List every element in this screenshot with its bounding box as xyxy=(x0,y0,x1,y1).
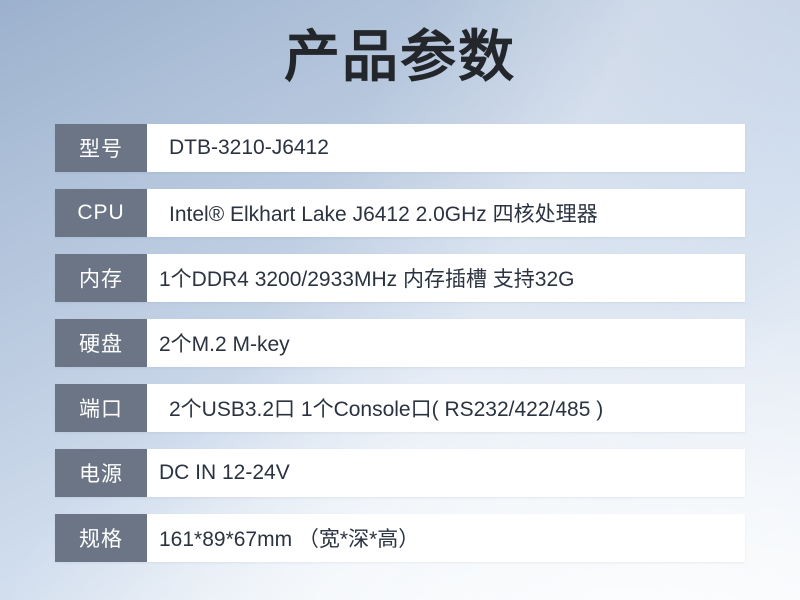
spec-label-storage: 硬盘 xyxy=(55,319,147,367)
spec-label-cpu: CPU xyxy=(55,189,147,237)
table-row: 规格 161*89*67mm （宽*深*高） xyxy=(55,514,745,562)
spec-value-memory: 1个DDR4 3200/2933MHz 内存插槽 支持32G xyxy=(147,254,745,302)
spec-value-power: DC IN 12-24V xyxy=(147,449,745,497)
spec-value-cpu: Intel® Elkhart Lake J6412 2.0GHz 四核处理器 xyxy=(147,189,745,237)
spec-label-memory: 内存 xyxy=(55,254,147,302)
spec-label-dimensions: 规格 xyxy=(55,514,147,562)
spec-label-power: 电源 xyxy=(55,449,147,497)
table-row: 硬盘 2个M.2 M-key xyxy=(55,319,745,367)
spec-value-model: DTB-3210-J6412 xyxy=(147,124,745,172)
spec-table: 型号 DTB-3210-J6412 CPU Intel® Elkhart Lak… xyxy=(55,124,745,562)
page-title: 产品参数 xyxy=(284,25,516,88)
spec-value-storage: 2个M.2 M-key xyxy=(147,319,745,367)
spec-value-dimensions: 161*89*67mm （宽*深*高） xyxy=(147,514,745,562)
spec-label-ports: 端口 xyxy=(55,384,147,432)
table-row: 型号 DTB-3210-J6412 xyxy=(55,124,745,172)
product-spec-page: 产品参数 型号 DTB-3210-J6412 CPU Intel® Elkhar… xyxy=(0,0,800,600)
table-row: 端口 2个USB3.2口 1个Console口( RS232/422/485 ) xyxy=(55,384,745,432)
table-row: 电源 DC IN 12-24V xyxy=(55,449,745,497)
spec-label-model: 型号 xyxy=(55,124,147,172)
table-row: 内存 1个DDR4 3200/2933MHz 内存插槽 支持32G xyxy=(55,254,745,302)
table-row: CPU Intel® Elkhart Lake J6412 2.0GHz 四核处… xyxy=(55,189,745,237)
spec-value-ports: 2个USB3.2口 1个Console口( RS232/422/485 ) xyxy=(147,384,745,432)
